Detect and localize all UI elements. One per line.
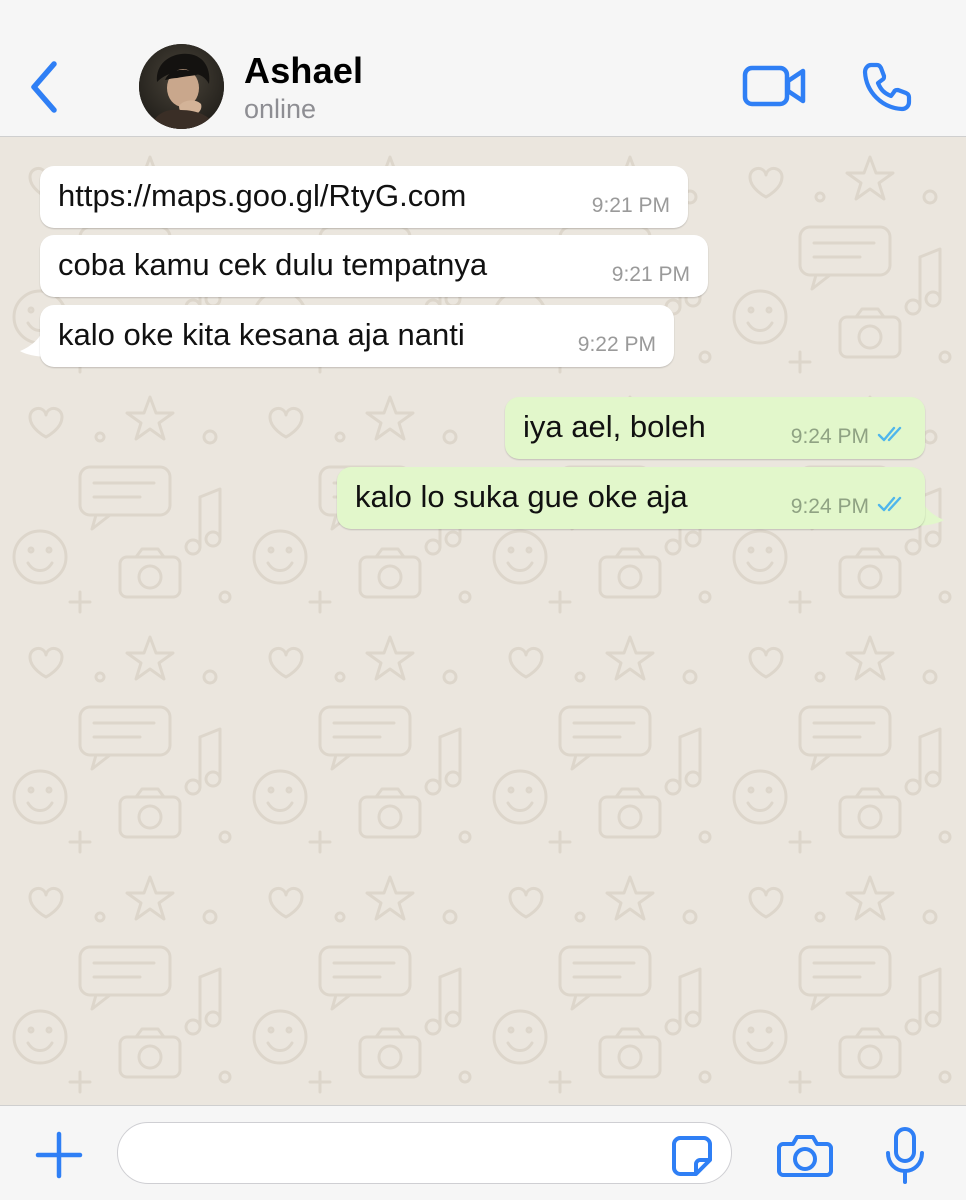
sticker-button[interactable]	[670, 1134, 714, 1178]
message-text: coba kamu cek dulu tempatnya	[58, 247, 488, 282]
chat-area[interactable]: https://maps.goo.gl/RtyG.com 9:21 PM cob…	[0, 137, 966, 1105]
message-input[interactable]	[117, 1122, 732, 1184]
contact-status: online	[244, 94, 317, 124]
message-time: 9:24 PM	[790, 495, 869, 518]
back-button[interactable]	[22, 56, 68, 118]
microphone-icon	[886, 1127, 924, 1184]
voice-call-button[interactable]	[860, 60, 914, 114]
camera-button[interactable]	[777, 1132, 833, 1178]
chevron-left-icon	[31, 61, 57, 113]
message-text[interactable]: https://maps.goo.gl/RtyG.com	[58, 178, 466, 214]
video-camera-icon	[742, 65, 806, 107]
message-time: 9:21 PM	[591, 194, 670, 217]
camera-icon	[777, 1135, 833, 1177]
message-bubble-incoming[interactable]: kalo oke kita kesana aja nanti 9:22 PM	[40, 305, 674, 367]
message-bubble-incoming[interactable]: https://maps.goo.gl/RtyG.com 9:21 PM	[40, 166, 688, 228]
message-text: kalo lo suka gue oke aja	[355, 479, 688, 514]
contact-name[interactable]: Ashael	[244, 50, 363, 92]
message-text: iya ael, boleh	[523, 409, 706, 444]
message-bubble-outgoing[interactable]: iya ael, boleh 9:24 PM	[505, 397, 925, 459]
read-receipt-icon	[877, 426, 902, 442]
plus-icon	[35, 1131, 83, 1179]
sticker-icon	[672, 1136, 712, 1176]
video-call-button[interactable]	[742, 62, 808, 110]
message-time: 9:21 PM	[611, 263, 690, 286]
message-bubble-outgoing[interactable]: kalo lo suka gue oke aja 9:24 PM	[337, 467, 925, 529]
message-time: 9:24 PM	[790, 425, 869, 448]
message-text: kalo oke kita kesana aja nanti	[58, 317, 465, 352]
microphone-button[interactable]	[884, 1126, 926, 1186]
composer-bar	[0, 1105, 966, 1200]
attach-button[interactable]	[34, 1130, 84, 1180]
read-receipt-icon	[877, 496, 902, 512]
chat-header: Ashael online	[0, 0, 966, 137]
avatar[interactable]	[139, 44, 224, 129]
message-bubble-incoming[interactable]: coba kamu cek dulu tempatnya 9:21 PM	[40, 235, 708, 297]
message-time: 9:22 PM	[577, 333, 656, 356]
phone-icon	[862, 62, 912, 112]
